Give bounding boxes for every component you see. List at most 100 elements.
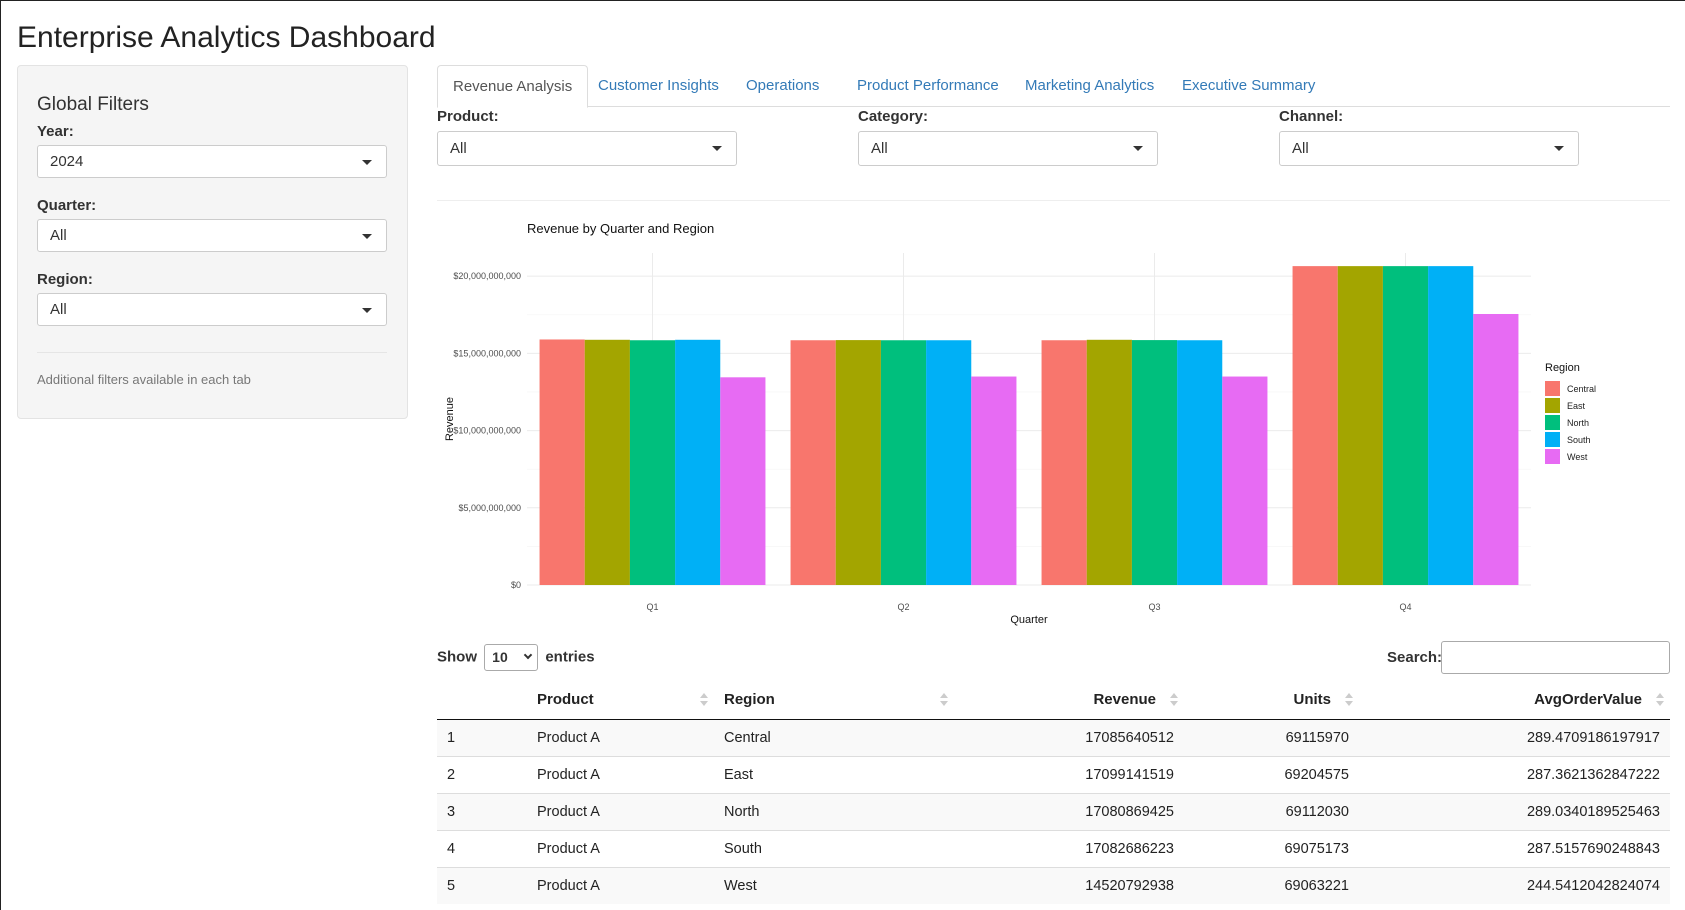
table-row[interactable]: 1 Product A Central 17085640512 69115970… — [437, 718, 1670, 756]
quarter-select-value: All — [50, 227, 67, 244]
x-axis-title: Quarter — [1010, 614, 1048, 626]
cell-avgordervalue: 287.3621362847222 — [1359, 755, 1670, 793]
chevron-down-icon — [712, 146, 722, 151]
bar-east-q2 — [835, 340, 881, 585]
legend-swatch — [1545, 449, 1560, 464]
y-axis-title: Revenue — [444, 397, 456, 441]
tab-revenue-analysis[interactable]: Revenue Analysis — [437, 65, 589, 108]
legend-title: Region — [1545, 362, 1580, 374]
cell-avgordervalue: 289.0340189525463 — [1359, 792, 1670, 830]
cell-revenue: 17080869425 — [954, 792, 1184, 830]
entries-label: entries — [545, 648, 595, 666]
table-row[interactable]: 5 Product A West 14520792938 69063221 24… — [437, 866, 1670, 904]
quarter-label: Quarter: — [37, 197, 97, 214]
cell-product: Product A — [527, 866, 714, 904]
bar-west-q4 — [1473, 313, 1519, 585]
bar-central-q1 — [539, 339, 585, 585]
cell-units: 69063221 — [1184, 866, 1359, 904]
year-select-value: 2024 — [50, 153, 84, 170]
table-row[interactable]: 4 Product A South 17082686223 69075173 2… — [437, 829, 1670, 867]
cell-product: Product A — [527, 718, 714, 756]
cell-units: 69115970 — [1184, 718, 1359, 756]
legend-label: Central — [1567, 384, 1596, 394]
legend-label: South — [1567, 435, 1591, 445]
column-header-avgordervalue[interactable]: AvgOrderValue — [1359, 681, 1670, 720]
cell-index: 4 — [437, 829, 527, 867]
product-select[interactable]: All — [437, 131, 737, 166]
entries-length-control: Show 10 entries — [437, 644, 595, 671]
bar-west-q1 — [720, 377, 766, 585]
chart-title: Revenue by Quarter and Region — [527, 221, 714, 236]
legend-swatch — [1545, 432, 1560, 447]
table-row[interactable]: 2 Product A East 17099141519 69204575 28… — [437, 755, 1670, 793]
column-header-region-label: Region — [724, 691, 775, 709]
filters-divider — [437, 200, 1670, 201]
bar-west-q2 — [971, 376, 1017, 585]
chart-legend: Region Central East North South West — [1545, 362, 1596, 464]
cell-avgordervalue: 244.5412042824074 — [1359, 866, 1670, 904]
category-select[interactable]: All — [858, 131, 1158, 166]
cell-product: Product A — [527, 755, 714, 793]
sidebar-divider — [37, 352, 387, 353]
bar-central-q3 — [1041, 340, 1087, 585]
cell-revenue: 17082686223 — [954, 829, 1184, 867]
column-header-revenue-label: Revenue — [1093, 691, 1156, 709]
chevron-down-icon — [523, 650, 533, 660]
tab-operations[interactable]: Operations — [731, 65, 834, 107]
bar-east-q4 — [1337, 266, 1383, 585]
sidebar-note: Additional filters available in each tab — [37, 372, 251, 387]
cell-index: 3 — [437, 792, 527, 830]
bar-south-q2 — [926, 340, 972, 585]
chart-bars — [539, 266, 1519, 585]
cell-revenue: 17085640512 — [954, 718, 1184, 756]
column-header-product-label: Product — [537, 691, 594, 709]
quarter-select[interactable]: All — [37, 219, 387, 252]
legend-swatch — [1545, 415, 1560, 430]
chevron-down-icon — [1133, 146, 1143, 151]
bar-central-q2 — [790, 340, 836, 585]
revenue-chart: $0 $5,000,000,000 $10,000,000,000 $15,000,0… — [444, 221, 1596, 626]
column-header-region[interactable]: Region — [714, 681, 954, 720]
column-header-revenue[interactable]: Revenue — [954, 681, 1184, 720]
cell-units: 69112030 — [1184, 792, 1359, 830]
channel-select[interactable]: All — [1279, 131, 1579, 166]
search-label: Search: — [1387, 649, 1443, 666]
column-header-units[interactable]: Units — [1184, 681, 1359, 720]
table-row[interactable]: 3 Product A North 17080869425 69112030 2… — [437, 792, 1670, 830]
tab-product-performance[interactable]: Product Performance — [842, 65, 1014, 107]
column-header-product[interactable]: Product — [527, 681, 714, 720]
y-tick-label: $20,000,000,000 — [453, 271, 521, 281]
tab-customer-insights[interactable]: Customer Insights — [583, 65, 734, 107]
search-input[interactable] — [1441, 641, 1670, 674]
x-tick-label: Q4 — [1399, 602, 1411, 612]
column-header-avgordervalue-label: AvgOrderValue — [1534, 691, 1642, 709]
data-table: Product Region Revenue Units AvgOrderVal… — [437, 681, 1670, 904]
bar-north-q2 — [880, 340, 927, 585]
x-tick-label: Q2 — [897, 602, 909, 612]
page-title: Enterprise Analytics Dashboard — [17, 21, 436, 54]
cell-index: 2 — [437, 755, 527, 793]
cell-region: West — [714, 866, 954, 904]
bar-south-q4 — [1428, 266, 1474, 585]
legend-swatch — [1545, 381, 1560, 396]
cell-region: Central — [714, 718, 954, 756]
region-select-value: All — [50, 301, 67, 318]
column-header-index — [437, 681, 527, 720]
tab-marketing-analytics[interactable]: Marketing Analytics — [1010, 65, 1169, 107]
bar-central-q4 — [1292, 266, 1338, 585]
tab-executive-summary[interactable]: Executive Summary — [1167, 65, 1330, 107]
region-select[interactable]: All — [37, 293, 387, 326]
x-tick-label: Q1 — [646, 602, 658, 612]
legend-label: North — [1567, 418, 1589, 428]
sort-icon — [700, 692, 708, 708]
bar-west-q3 — [1222, 376, 1268, 585]
table-header-row: Product Region Revenue Units AvgOrderVal… — [437, 681, 1670, 720]
show-label: Show — [437, 648, 477, 666]
region-label: Region: — [37, 271, 93, 288]
chevron-down-icon — [1554, 146, 1564, 151]
legend-swatch — [1545, 398, 1560, 413]
y-tick-label: $0 — [511, 580, 521, 590]
entries-length-select[interactable]: 10 — [484, 644, 539, 671]
cell-index: 1 — [437, 718, 527, 756]
year-select[interactable]: 2024 — [37, 145, 387, 178]
